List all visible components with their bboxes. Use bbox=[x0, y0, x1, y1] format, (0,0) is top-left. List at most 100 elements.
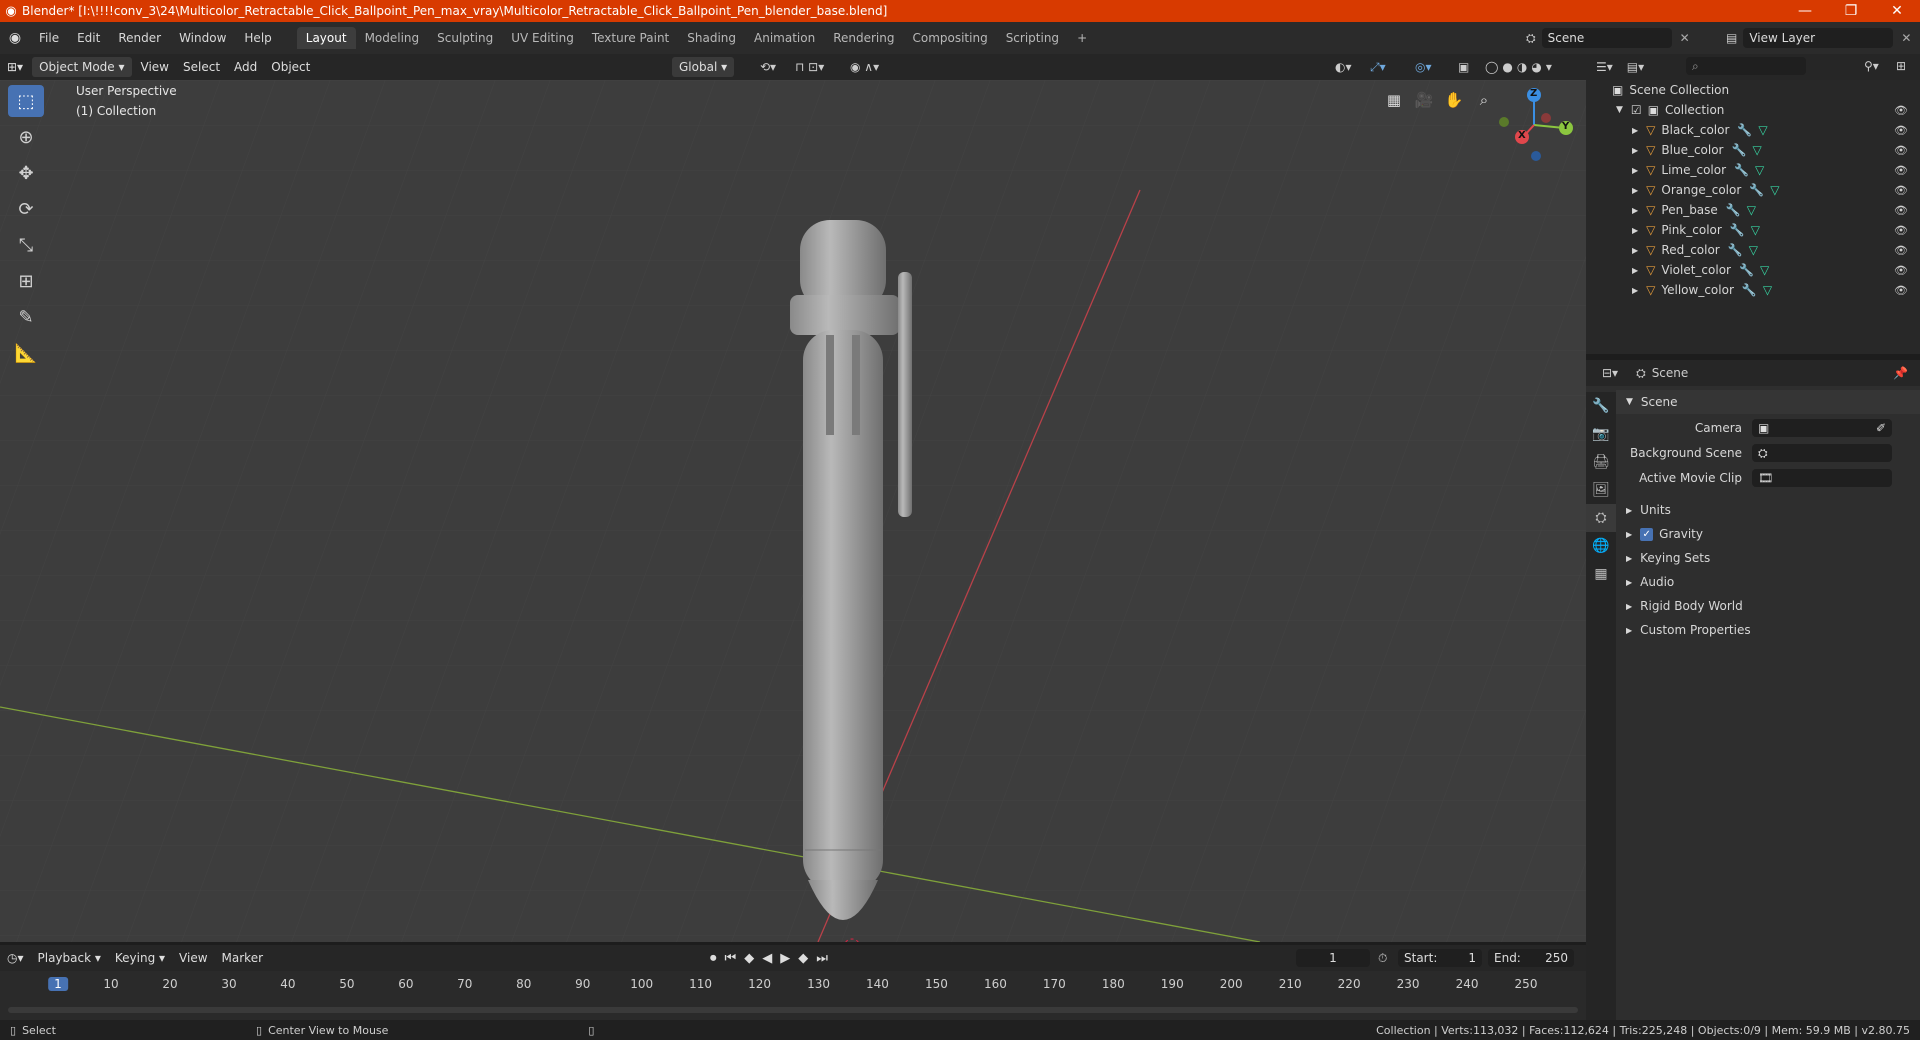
3d-viewport[interactable]: User Perspective (1) Collection ▦ 🎥 ✋ ⌕ … bbox=[0, 80, 1586, 942]
expand-arrow-icon[interactable]: ▶ bbox=[1632, 126, 1638, 135]
mesh-data-icon[interactable]: ▽ bbox=[1763, 283, 1772, 297]
mesh-data-icon[interactable]: ▽ bbox=[1770, 183, 1779, 197]
mesh-data-icon[interactable]: ▽ bbox=[1760, 263, 1769, 277]
world-tab-icon[interactable]: 🌐 bbox=[1586, 532, 1616, 560]
outliner-row-object[interactable]: ▶ ▽ Lime_color 🔧 ▽ 👁 bbox=[1586, 160, 1920, 180]
shading-mode-icons[interactable]: ◯●◑◕▾ bbox=[1485, 60, 1556, 74]
expand-arrow-icon[interactable]: ▶ bbox=[1632, 146, 1638, 155]
visibility-eye-icon[interactable]: 👁 bbox=[1894, 104, 1908, 117]
start-frame-field[interactable]: Start: 1 bbox=[1398, 949, 1482, 967]
property-section-header[interactable]: ▶ Rigid Body World bbox=[1616, 594, 1920, 618]
outliner-row-object[interactable]: ▶ ▽ Violet_color 🔧 ▽ 👁 bbox=[1586, 260, 1920, 280]
tab-layout[interactable]: Layout bbox=[296, 27, 356, 49]
object-mode-dropdown[interactable]: Object Mode ▾ bbox=[32, 57, 132, 77]
output-tab-icon[interactable]: 🖨 bbox=[1586, 448, 1616, 476]
property-section-header[interactable]: ▶ Audio bbox=[1616, 570, 1920, 594]
outliner-row-object[interactable]: ▶ ▽ Pink_color 🔧 ▽ 👁 bbox=[1586, 220, 1920, 240]
rotate-tool-icon[interactable]: ⟳ bbox=[8, 193, 44, 225]
play-reverse-icon[interactable]: ◀ bbox=[762, 951, 772, 966]
texture-tab-icon[interactable]: ▦ bbox=[1586, 560, 1616, 588]
expand-arrow-icon[interactable]: ▶ bbox=[1632, 286, 1638, 295]
timeline-editor-icon[interactable]: ◷▾ bbox=[0, 949, 31, 967]
expand-arrow-icon[interactable]: ▶ bbox=[1632, 166, 1638, 175]
menu-render[interactable]: Render bbox=[109, 31, 170, 45]
timeline-scrollbar[interactable] bbox=[8, 1007, 1578, 1013]
tab-texture-paint[interactable]: Texture Paint bbox=[583, 27, 678, 49]
jump-end-icon[interactable]: ⏭ bbox=[816, 951, 828, 966]
outliner-row-collection[interactable]: ▼ ☑ ▣ Collection 👁 bbox=[1586, 100, 1920, 120]
background-scene-field[interactable]: ⛭ bbox=[1752, 444, 1892, 462]
timeline-area[interactable]: 1 10 20 30 40 50 60 70 80 90 100 110 120 130 140 150 160… bbox=[0, 971, 1586, 1020]
transform-tool-icon[interactable]: ⊞ bbox=[8, 265, 44, 297]
record-icon[interactable]: ⏺ bbox=[710, 951, 717, 966]
stopwatch-icon[interactable]: ⏱ bbox=[1378, 951, 1387, 966]
transform-orientation-dropdown[interactable]: Global ▾ bbox=[672, 57, 735, 77]
scale-tool-icon[interactable]: ⤡ bbox=[8, 229, 44, 261]
tab-animation[interactable]: Animation bbox=[745, 27, 824, 49]
view-layer-selector[interactable]: View Layer bbox=[1743, 28, 1894, 48]
tab-shading[interactable]: Shading bbox=[678, 27, 745, 49]
visibility-eye-icon[interactable]: 👁 bbox=[1894, 184, 1908, 197]
outliner-row-object[interactable]: ▶ ▽ Black_color 🔧 ▽ 👁 bbox=[1586, 120, 1920, 140]
outliner-row-object[interactable]: ▶ ▽ Blue_color 🔧 ▽ 👁 bbox=[1586, 140, 1920, 160]
pin-icon[interactable]: 📌 bbox=[1893, 366, 1908, 380]
timeline-marker-menu[interactable]: Marker bbox=[215, 949, 270, 967]
outliner-row-object[interactable]: ▶ ▽ Red_color 🔧 ▽ 👁 bbox=[1586, 240, 1920, 260]
current-frame-field[interactable]: 1 bbox=[1296, 949, 1370, 967]
outliner-search-input[interactable]: ⌕ bbox=[1686, 57, 1806, 75]
editor-type-icon[interactable]: ⊞▾ bbox=[0, 58, 30, 76]
mesh-data-icon[interactable]: ▽ bbox=[1749, 243, 1758, 257]
visibility-eye-icon[interactable]: 👁 bbox=[1894, 264, 1908, 277]
grid-view-icon[interactable]: ▦ bbox=[1380, 86, 1408, 114]
tab-sculpting[interactable]: Sculpting bbox=[428, 27, 502, 49]
modifier-wrench-icon[interactable]: 🔧 bbox=[1728, 243, 1743, 257]
outliner-row-object[interactable]: ▶ ▽ Yellow_color 🔧 ▽ 👁 bbox=[1586, 280, 1920, 300]
modifier-wrench-icon[interactable]: 🔧 bbox=[1739, 263, 1754, 277]
display-mode-icon[interactable]: ▤▾ bbox=[1627, 60, 1644, 74]
gizmo-toggle-icon[interactable]: ⤢▾ bbox=[1370, 60, 1386, 75]
modifier-wrench-icon[interactable]: 🔧 bbox=[1726, 203, 1741, 217]
mesh-data-icon[interactable]: ▽ bbox=[1752, 143, 1761, 157]
expand-arrow-icon[interactable]: ▶ bbox=[1632, 206, 1638, 215]
pivot-icon[interactable]: ⟲▾ bbox=[760, 60, 776, 74]
outliner-row-object[interactable]: ▶ ▽ Pen_base 🔧 ▽ 👁 bbox=[1586, 200, 1920, 220]
property-section-header[interactable]: ▶ Keying Sets bbox=[1616, 546, 1920, 570]
visibility-eye-icon[interactable]: 👁 bbox=[1894, 204, 1908, 217]
outliner-row-object[interactable]: ▶ ▽ Orange_color 🔧 ▽ 👁 bbox=[1586, 180, 1920, 200]
minimize-button[interactable]: — bbox=[1782, 0, 1828, 22]
keying-dropdown[interactable]: Keying ▾ bbox=[108, 949, 172, 967]
visibility-eye-icon[interactable]: 👁 bbox=[1894, 124, 1908, 137]
filter-icon[interactable]: ⚲▾ bbox=[1864, 59, 1879, 73]
menu-select[interactable]: Select bbox=[176, 58, 227, 76]
modifier-wrench-icon[interactable]: 🔧 bbox=[1742, 283, 1757, 297]
menu-add[interactable]: Add bbox=[227, 58, 264, 76]
play-icon[interactable]: ▶ bbox=[780, 951, 790, 966]
visibility-eye-icon[interactable]: 👁 bbox=[1894, 164, 1908, 177]
overlays-icon[interactable]: ◎▾ bbox=[1415, 60, 1432, 74]
tab-modeling[interactable]: Modeling bbox=[356, 27, 429, 49]
render-tab-icon[interactable]: 📷 bbox=[1586, 420, 1616, 448]
visibility-eye-icon[interactable]: 👁 bbox=[1894, 224, 1908, 237]
active-movie-clip-field[interactable]: 🎞 bbox=[1752, 469, 1892, 487]
tab-compositing[interactable]: Compositing bbox=[903, 27, 996, 49]
prev-keyframe-icon[interactable]: ◆ bbox=[744, 951, 754, 966]
timeline-view-menu[interactable]: View bbox=[172, 949, 214, 967]
jump-start-icon[interactable]: ⏮ bbox=[725, 951, 737, 966]
camera-field[interactable]: ▣ ✐ bbox=[1752, 419, 1892, 437]
modifier-wrench-icon[interactable]: 🔧 bbox=[1737, 123, 1752, 137]
scene-tab-icon[interactable]: ⛭ bbox=[1586, 504, 1616, 532]
camera-view-icon[interactable]: 🎥 bbox=[1410, 86, 1438, 114]
move-tool-icon[interactable]: ✥ bbox=[8, 157, 44, 189]
properties-editor-icon[interactable]: ⊟▾ bbox=[1602, 366, 1618, 380]
property-section-header[interactable]: ▶ Custom Properties bbox=[1616, 618, 1920, 642]
outliner-editor-icon[interactable]: ☰▾ bbox=[1596, 60, 1613, 74]
menu-view[interactable]: View bbox=[134, 58, 176, 76]
cursor-tool-icon[interactable]: ⊕ bbox=[8, 121, 44, 153]
expand-arrow-icon[interactable]: ▶ bbox=[1632, 246, 1638, 255]
visibility-icon[interactable]: ◐▾ bbox=[1335, 60, 1352, 74]
next-keyframe-icon[interactable]: ◆ bbox=[798, 951, 808, 966]
eyedropper-icon[interactable]: ✐ bbox=[1876, 421, 1886, 435]
xray-icon[interactable]: ▣ bbox=[1458, 60, 1469, 74]
playback-dropdown[interactable]: Playback ▾ bbox=[31, 949, 108, 967]
tab-uv-editing[interactable]: UV Editing bbox=[502, 27, 583, 49]
